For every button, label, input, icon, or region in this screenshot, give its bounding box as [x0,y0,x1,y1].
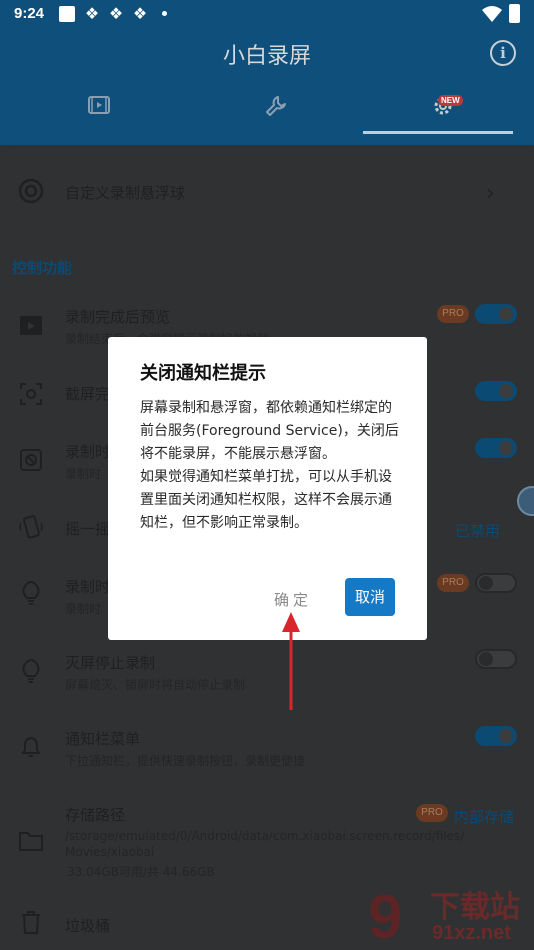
new-badge: NEW [438,95,463,106]
watermark-text: 下载站 [430,890,520,925]
status-time: 9:24 [14,5,45,22]
row-title: 摇一摇 [65,520,111,538]
close-notification-dialog: 关闭通知栏提示 屏幕录制和悬浮窗，都依赖通知栏绑定的前台服务(Foregroun… [108,337,427,640]
row-title: 存储路径 [65,806,126,824]
record-hide-toggle[interactable] [475,438,517,458]
dialog-title: 关闭通知栏提示 [140,363,266,384]
wifi-icon [482,6,502,22]
video-icon [88,96,110,114]
status-bar: 9:24 ❖ ❖ ❖ [0,0,534,28]
screenshot-toggle[interactable] [475,381,517,401]
storage-space-text: 33.04GB可用/共 44.66GB [67,865,215,879]
row-subtitle: 录制时 [65,467,102,481]
shake-status: 已禁用 [455,522,501,540]
tab-indicator [363,131,513,134]
notification-square-icon [59,6,75,22]
app-header: 9:24 ❖ ❖ ❖ 小白录屏 i NEW [0,0,534,145]
watermark-url: 91xz.net [432,922,511,944]
video-play-icon [20,316,42,335]
row-title: 自定义录制悬浮球 [65,184,186,202]
bell-icon [21,736,41,757]
screen-off-toggle[interactable] [475,649,517,669]
battery-icon [509,4,520,23]
row-title: 录制完成后预览 [65,308,171,326]
wrench-icon [266,96,286,116]
row-title: 垃圾桶 [65,917,111,935]
svg-text:9: 9 [368,883,402,950]
record-ball-icon [18,178,44,204]
row-title: 截屏完 [65,385,111,403]
confirm-button[interactable]: 确定 [274,589,312,610]
pro-badge: PRO [416,804,448,822]
annotation-arrow-icon [282,612,300,710]
app-title: 小白录屏 [222,44,311,69]
notification-app-icon: ❖ [108,4,124,23]
section-title: 控制功能 [12,259,73,277]
lightbulb-icon [22,580,40,605]
custom-float-ball-row[interactable]: 自定义录制悬浮球 [0,170,534,214]
row-title: 录制时 [65,443,111,461]
row-subtitle: 下拉通知栏，提供快速录制按钮，录制更便捷 [65,754,306,768]
preview-toggle[interactable] [475,304,517,324]
tab-tools[interactable] [187,88,365,132]
folder-icon [19,832,43,851]
shake-phone-icon [19,515,43,539]
more-notifications-icon [162,11,167,16]
screenshot-icon [20,383,42,405]
screen-off-stop-row[interactable]: 灭屏停止录制 屏幕熄灭、锁屏时将自动停止录制 [0,648,534,698]
row-subtitle: 录制时 [65,602,102,616]
record-light-toggle[interactable] [475,573,517,593]
hide-icon [20,449,42,471]
notification-app-icon: ❖ [84,4,100,23]
pro-badge: PRO [437,305,469,323]
storage-location[interactable]: 内部存储 [454,806,514,827]
row-title: 录制时 [65,578,111,596]
row-title: 通知栏菜单 [65,730,141,748]
lightbulb-icon [22,658,40,683]
trash-icon [22,911,40,934]
row-subtitle: 屏幕熄灭、锁屏时将自动停止录制 [65,678,246,692]
notification-app-icon: ❖ [132,4,148,23]
storage-path-text: /storage/emulated/0/Android/data/com.xia… [65,829,465,859]
chevron-right-icon: › [486,181,495,206]
pro-badge: PRO [437,574,469,592]
notification-menu-toggle[interactable] [475,726,517,746]
cancel-button[interactable]: 取消 [345,578,395,616]
row-title: 灭屏停止录制 [65,654,156,672]
notification-menu-row[interactable]: 通知栏菜单 下拉通知栏，提供快速录制按钮，录制更便捷 [0,724,534,774]
info-icon[interactable]: i [490,40,516,66]
dialog-message: 屏幕录制和悬浮窗，都依赖通知栏绑定的前台服务(Foreground Servic… [140,400,399,531]
tab-videos[interactable] [10,88,188,132]
